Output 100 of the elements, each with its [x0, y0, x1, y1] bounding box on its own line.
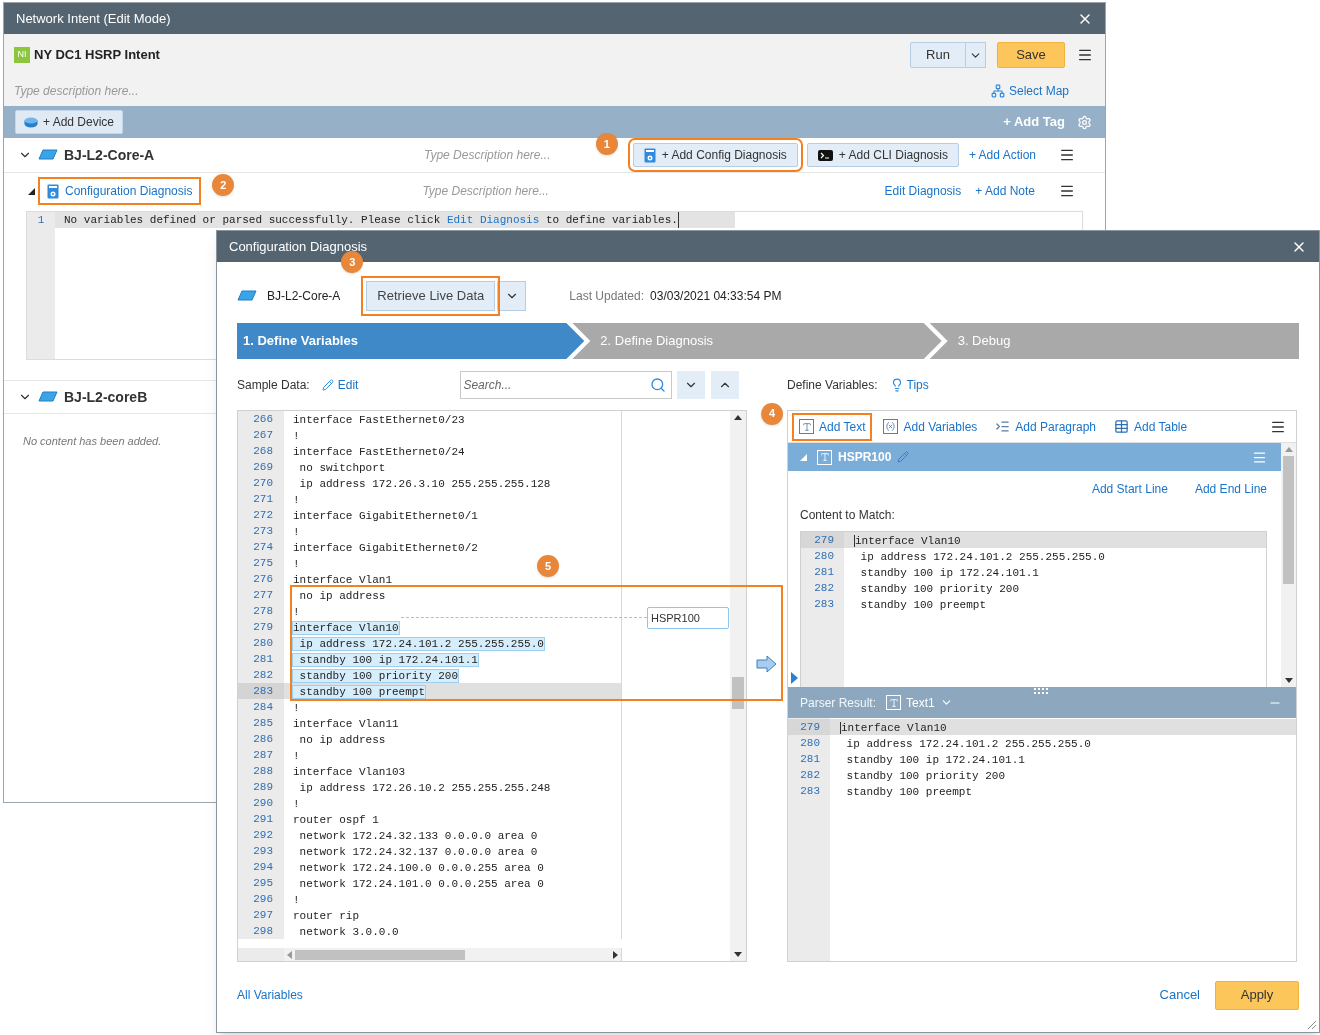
edit-link[interactable]: Edit [337, 375, 359, 394]
diagnosis-link[interactable]: Configuration Diagnosis [43, 182, 197, 200]
resize-grip-icon[interactable] [1308, 1021, 1316, 1029]
vertical-scrollbar[interactable] [730, 411, 746, 961]
description-field[interactable]: Type description here... [14, 82, 991, 100]
paragraph-icon [995, 419, 1011, 434]
diagnosis-action-link[interactable]: Edit Diagnosis [884, 182, 962, 200]
code-line: router rip [293, 910, 359, 922]
scroll-up-icon[interactable] [734, 415, 742, 420]
menu-icon[interactable] [1059, 183, 1075, 199]
variable-name: HSPR100 [838, 449, 892, 466]
line-number: 281 [238, 651, 284, 667]
add-action-link[interactable]: + Add Action [968, 146, 1036, 164]
line-action-link[interactable]: Add Start Line [1091, 480, 1168, 498]
search-icon[interactable] [650, 376, 667, 393]
code-line: interface Vlan1 [293, 574, 393, 586]
line-number: 296 [238, 891, 284, 907]
code-line: ! [293, 430, 300, 442]
callout-badge: 1 [595, 133, 618, 155]
scroll-down-icon[interactable] [734, 952, 742, 957]
code-line: standby 100 ip 172.24.101.1 [859, 567, 1039, 579]
search-field[interactable]: Search... [460, 370, 673, 399]
line-number: 285 [238, 715, 284, 731]
toolbar-button[interactable]: Add Variables [881, 417, 980, 436]
empty-message: No content has been added. [23, 435, 162, 447]
previous-button[interactable] [711, 370, 740, 399]
line-number: 280 [238, 635, 284, 651]
pencil-icon[interactable] [897, 451, 910, 463]
line-number-gutter [238, 948, 284, 961]
intent-name: NY DC1 HSRP Intent [34, 46, 160, 65]
scrollbar-thumb[interactable] [295, 949, 465, 960]
toolbar-button[interactable]: Add Paragraph [993, 417, 1099, 436]
line-number: 282 [799, 768, 821, 783]
scroll-left-icon[interactable] [287, 950, 292, 959]
device-name: BJ-L2-coreB [64, 387, 148, 407]
code-line: router ospf 1 [293, 814, 379, 826]
device-name: BJ-L2-Core-A [267, 288, 341, 305]
config-file-icon [643, 147, 656, 163]
add-device-button[interactable]: + Add Device [15, 110, 124, 134]
scrollbar-thumb[interactable] [1283, 456, 1294, 584]
horizontal-scrollbar[interactable] [284, 948, 621, 961]
last-updated-label: Last Updated: [569, 288, 645, 305]
arrow-right-icon [756, 655, 777, 673]
vertical-scrollbar[interactable] [1281, 443, 1296, 687]
save-button[interactable]: Save [997, 42, 1065, 68]
code-line: ! [293, 494, 300, 506]
toolbar-button[interactable]: Add Text [797, 417, 868, 436]
settings-icon[interactable] [1077, 114, 1092, 130]
variable-name-field[interactable]: HSPR100 [647, 607, 729, 629]
toolbar-button[interactable]: Add Table [1112, 417, 1190, 436]
edit-diagnosis-link[interactable]: Edit Diagnosis [446, 214, 540, 226]
callout-badge: 5 [537, 555, 559, 577]
line-number: 276 [238, 571, 284, 587]
code-line: network 172.24.101.0 0.0.0.255 area 0 [298, 878, 544, 890]
select-map-link[interactable]: Select Map [1008, 82, 1069, 100]
line-number: 277 [238, 587, 284, 603]
code-line: no ip address [298, 590, 386, 602]
add-diagnosis-button[interactable]: + Add CLI Diagnosis [806, 143, 959, 167]
line-number: 298 [238, 923, 284, 939]
menu-icon[interactable] [1077, 47, 1093, 63]
diagnosis-action-link[interactable]: + Add Note [975, 182, 1035, 200]
line-number: 297 [238, 907, 284, 923]
retrieve-dropdown[interactable] [497, 281, 527, 311]
tips-link[interactable]: Tips [906, 375, 929, 394]
run-button[interactable]: Run [910, 42, 966, 68]
drag-handle-icon[interactable] [1034, 688, 1049, 694]
map-icon [990, 84, 1005, 98]
run-dropdown[interactable] [966, 42, 986, 68]
code-line: ! [293, 798, 300, 810]
menu-icon[interactable] [1059, 147, 1075, 163]
code-line: no switchport [298, 462, 386, 474]
line-number: 274 [238, 539, 284, 555]
line-number: 270 [238, 475, 284, 491]
description-field[interactable]: Type Description here... [422, 182, 613, 200]
router-icon [24, 116, 38, 128]
line-number: 1 [36, 213, 46, 228]
line-number: 283 [799, 784, 821, 799]
line-number: 284 [238, 699, 284, 715]
code-line: ! [293, 750, 300, 762]
description-field[interactable]: Type Description here... [424, 146, 574, 164]
next-button[interactable] [677, 370, 706, 399]
code-line: standby 100 priority 200 [859, 583, 1020, 595]
collapse-triangle-icon[interactable] [800, 453, 807, 461]
code-line: no ip address [298, 734, 386, 746]
line-number: 273 [238, 523, 284, 539]
step-tab[interactable]: 1. Define Variables [237, 323, 585, 359]
window-title: Network Intent (Edit Mode) [16, 9, 171, 28]
table-icon [1114, 419, 1130, 434]
apply-button[interactable]: Apply [1215, 980, 1299, 1010]
scrollbar-thumb[interactable] [732, 677, 744, 709]
line-action-link[interactable]: Add End Line [1194, 480, 1267, 498]
all-variables-link[interactable]: All Variables [237, 986, 303, 1004]
scroll-right-icon[interactable] [613, 950, 618, 959]
line-number: 282 [238, 667, 284, 683]
line-number: 287 [238, 747, 284, 763]
content-label: Content to Match: [799, 507, 896, 523]
cancel-link[interactable]: Cancel [1159, 985, 1200, 1005]
line-number: 272 [238, 507, 284, 523]
scroll-down-icon[interactable] [1284, 678, 1293, 683]
expand-triangle-icon[interactable] [28, 187, 35, 195]
